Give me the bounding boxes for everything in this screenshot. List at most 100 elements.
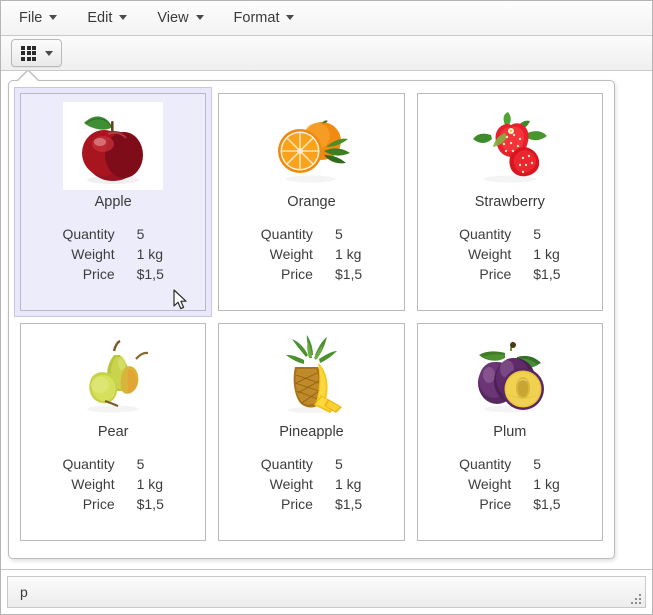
spec-value-quantity: 5 — [533, 226, 542, 242]
spec-label-weight: Weight — [269, 246, 313, 262]
table-row: Weight 1 kg — [459, 474, 560, 494]
table-row: Price $1,5 — [62, 494, 164, 514]
fruit-name-label: Pear — [97, 424, 129, 440]
fruit-card-strawberry[interactable]: Strawberry Quantity 5 Weight 1 kg Price … — [416, 93, 603, 311]
table-row: Weight 1 kg — [459, 244, 560, 264]
spec-value-weight: 1 kg — [533, 476, 560, 492]
spec-value-price: $1,5 — [533, 496, 561, 512]
fruit-card-grid: Apple Quantity 5 Weight 1 kg Price $1,5 … — [9, 81, 614, 553]
table-row: Quantity 5 — [62, 454, 163, 474]
menu-item-format[interactable]: Format — [230, 6, 305, 31]
spec-value-price: $1,5 — [136, 496, 164, 512]
menu-item-edit-label: Edit — [87, 9, 113, 26]
spec-value-weight: 1 kg — [533, 246, 560, 262]
fruit-card-cell-plum[interactable]: Plum Quantity 5 Weight 1 kg Price $1,5 — [411, 317, 609, 547]
spec-value-price: $1,5 — [136, 266, 164, 282]
status-text: p — [20, 583, 28, 600]
fruit-spec-table: Quantity 5 Weight 1 kg Price $1,5 — [459, 224, 560, 284]
menu-item-format-label: Format — [233, 9, 280, 26]
menu-item-file[interactable]: File — [15, 6, 67, 31]
strawberry-image — [459, 102, 560, 190]
spec-value-weight: 1 kg — [334, 476, 362, 492]
table-row: Weight 1 kg — [261, 244, 362, 264]
fruit-gallery-panel: Apple Quantity 5 Weight 1 kg Price $1,5 … — [8, 80, 615, 559]
apple-illustration — [64, 103, 163, 189]
spec-value-quantity: 5 — [334, 226, 343, 242]
fruit-spec-table: Quantity 5 Weight 1 kg Price $1,5 — [261, 454, 362, 514]
plum-image — [459, 332, 560, 420]
menu-item-edit[interactable]: Edit — [83, 6, 137, 31]
spec-value-price: $1,5 — [334, 496, 363, 512]
pear-image — [63, 332, 164, 420]
pineapple-illustration — [286, 335, 343, 413]
resize-grip-icon[interactable] — [628, 591, 641, 604]
callout-arrow-icon — [18, 71, 38, 81]
fruit-card-cell-apple[interactable]: Apple Quantity 5 Weight 1 kg Price $1,5 — [14, 87, 213, 317]
fruit-spec-table: Quantity 5 Weight 1 kg Price $1,5 — [261, 224, 362, 284]
fruit-spec-table: Quantity 5 Weight 1 kg Price $1,5 — [459, 454, 560, 514]
fruit-card-plum[interactable]: Plum Quantity 5 Weight 1 kg Price $1,5 — [416, 323, 603, 541]
spec-label-price: Price — [479, 496, 512, 512]
table-row: Price $1,5 — [261, 494, 362, 514]
chevron-down-icon — [49, 15, 58, 20]
fruit-card-pear[interactable]: Pear Quantity 5 Weight 1 kg Price $1,5 — [20, 323, 207, 541]
plum-illustration — [477, 341, 544, 413]
spec-value-quantity: 5 — [334, 456, 343, 472]
table-row: Quantity 5 — [261, 454, 362, 474]
spec-label-quantity: Quantity — [459, 226, 512, 242]
fruit-card-pineapple[interactable]: Pineapple Quantity 5 Weight 1 kg Price $… — [218, 323, 405, 541]
spec-value-quantity: 5 — [136, 456, 145, 472]
toolbar — [1, 36, 652, 71]
table-row: Price $1,5 — [459, 494, 560, 514]
spec-value-weight: 1 kg — [136, 476, 164, 492]
table-row: Price $1,5 — [62, 264, 164, 284]
status-text-field[interactable]: p — [7, 575, 646, 608]
spec-value-price: $1,5 — [533, 266, 561, 282]
fruit-spec-table: Quantity 5 Weight 1 kg Price $1,5 — [62, 454, 163, 514]
spec-value-price: $1,5 — [334, 266, 363, 282]
table-row: Price $1,5 — [459, 264, 560, 284]
fruit-card-cell-orange[interactable]: Orange Quantity 5 Weight 1 kg Price $1,5 — [212, 87, 410, 317]
fruit-name-label: Strawberry — [474, 194, 545, 210]
apple-image — [63, 102, 164, 190]
fruit-name-label: Apple — [94, 194, 132, 210]
spec-label-weight: Weight — [71, 246, 115, 262]
table-row: Weight 1 kg — [261, 474, 362, 494]
spec-label-quantity: Quantity — [260, 456, 313, 472]
table-row: Quantity 5 — [459, 224, 560, 244]
menu-item-view[interactable]: View — [153, 6, 213, 31]
spec-label-weight: Weight — [467, 246, 512, 262]
grid-view-icon — [21, 45, 36, 61]
table-row: Quantity 5 — [459, 454, 560, 474]
strawberry-illustration — [472, 112, 547, 183]
fruit-card-cell-pear[interactable]: Pear Quantity 5 Weight 1 kg Price $1,5 — [14, 317, 212, 547]
spec-value-weight: 1 kg — [334, 246, 362, 262]
table-row: Weight 1 kg — [62, 474, 163, 494]
spec-label-price: Price — [82, 266, 115, 282]
fruit-spec-table: Quantity 5 Weight 1 kg Price $1,5 — [62, 224, 163, 284]
spec-label-quantity: Quantity — [459, 456, 512, 472]
spec-label-weight: Weight — [467, 476, 512, 492]
fruit-name-label: Plum — [493, 424, 527, 440]
menu-item-file-label: File — [19, 9, 43, 26]
fruit-gallery-popup: Apple Quantity 5 Weight 1 kg Price $1,5 … — [8, 69, 615, 559]
menu-bar: File Edit View Format — [1, 1, 652, 36]
spec-label-quantity: Quantity — [62, 456, 115, 472]
pineapple-image — [261, 332, 362, 420]
chevron-down-icon — [286, 15, 295, 20]
fruit-card-orange[interactable]: Orange Quantity 5 Weight 1 kg Price $1,5 — [218, 93, 405, 311]
spec-label-quantity: Quantity — [62, 226, 115, 242]
chevron-down-icon — [195, 15, 204, 20]
fruit-card-cell-pineapple[interactable]: Pineapple Quantity 5 Weight 1 kg Price $… — [212, 317, 410, 547]
fruit-card-cell-strawberry[interactable]: Strawberry Quantity 5 Weight 1 kg Price … — [411, 87, 609, 317]
fruit-name-label: Orange — [287, 194, 336, 210]
status-bar: p — [1, 569, 652, 614]
table-row: Quantity 5 — [261, 224, 362, 244]
spec-label-price: Price — [281, 266, 313, 282]
grid-view-button[interactable] — [11, 39, 62, 67]
fruit-card-apple[interactable]: Apple Quantity 5 Weight 1 kg Price $1,5 — [20, 93, 207, 311]
orange-image — [261, 102, 362, 190]
chevron-down-icon[interactable] — [45, 50, 53, 56]
spec-value-quantity: 5 — [136, 226, 145, 242]
spec-label-weight: Weight — [269, 476, 313, 492]
